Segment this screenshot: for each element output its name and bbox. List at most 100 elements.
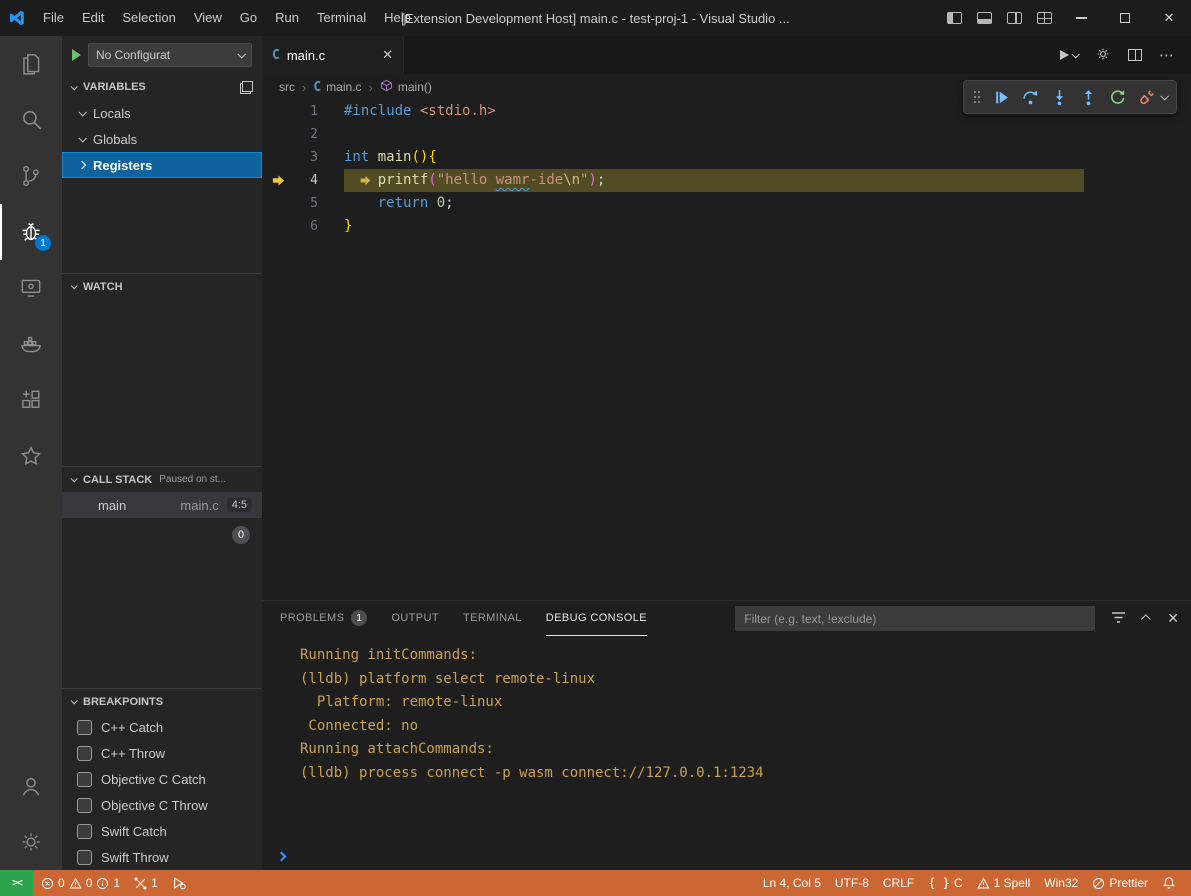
menu-edit[interactable]: Edit bbox=[73, 0, 113, 36]
breakpoint-row[interactable]: C++ Catch bbox=[62, 714, 262, 740]
settings-gear-icon[interactable] bbox=[0, 814, 62, 870]
breakpoint-row[interactable]: Objective C Throw bbox=[62, 792, 262, 818]
breakpoint-checkbox[interactable] bbox=[77, 720, 92, 735]
collapse-all-icon[interactable] bbox=[240, 81, 253, 94]
line-number[interactable]: 6 bbox=[262, 215, 344, 238]
target-config-gear-icon[interactable] bbox=[1095, 46, 1111, 65]
line-number[interactable]: 4 bbox=[262, 169, 344, 192]
step-into-icon[interactable] bbox=[1051, 89, 1068, 106]
build-target[interactable]: Win32 bbox=[1037, 870, 1085, 896]
extensions-icon[interactable] bbox=[0, 372, 62, 428]
breakpoint-checkbox[interactable] bbox=[77, 772, 92, 787]
menu-go[interactable]: Go bbox=[231, 0, 266, 36]
more-actions-icon[interactable]: ⋯ bbox=[1159, 46, 1175, 64]
menu-selection[interactable]: Selection bbox=[113, 0, 184, 36]
breakpoint-row[interactable]: Swift Throw bbox=[62, 844, 262, 870]
problems-status[interactable]: 0 0 1 bbox=[34, 870, 127, 896]
run-or-debug-button[interactable] bbox=[1060, 50, 1078, 60]
launch-config-dropdown[interactable]: No Configurat bbox=[88, 43, 252, 67]
breakpoints-section-header[interactable]: BREAKPOINTS bbox=[62, 688, 262, 714]
breakpoint-row[interactable]: Objective C Catch bbox=[62, 766, 262, 792]
code-line-2[interactable]: 2 bbox=[262, 123, 1191, 146]
remote-explorer-icon[interactable] bbox=[0, 260, 62, 316]
code-line-5[interactable]: 5 return 0; bbox=[262, 192, 1191, 215]
code-line-4[interactable]: 4 printf("hello wamr-ide\n"); bbox=[262, 169, 1191, 192]
breakpoint-checkbox[interactable] bbox=[77, 798, 92, 813]
breadcrumb-item[interactable]: main() bbox=[380, 79, 432, 95]
variables-row-registers[interactable]: Registers bbox=[62, 152, 262, 178]
code-line-6[interactable]: 6} bbox=[262, 215, 1191, 238]
start-debug-icon[interactable] bbox=[72, 49, 81, 61]
menu-view[interactable]: View bbox=[185, 0, 231, 36]
tab-main-c[interactable]: C main.c ✕ bbox=[262, 36, 404, 74]
accounts-icon[interactable] bbox=[0, 758, 62, 814]
watch-section-header[interactable]: WATCH bbox=[62, 273, 262, 299]
breakpoint-checkbox[interactable] bbox=[77, 850, 92, 865]
spell-checker-status[interactable]: 1 Spell bbox=[970, 870, 1038, 896]
breakpoint-checkbox[interactable] bbox=[77, 824, 92, 839]
toolbar-gripper-icon[interactable] bbox=[973, 89, 981, 105]
maximize-panel-icon[interactable] bbox=[1141, 614, 1151, 624]
maximize-button[interactable] bbox=[1103, 0, 1147, 36]
menu-file[interactable]: File bbox=[34, 0, 73, 36]
step-over-icon[interactable] bbox=[1022, 89, 1039, 106]
breakpoint-row[interactable]: Swift Catch bbox=[62, 818, 262, 844]
language-mode[interactable]: { } C bbox=[921, 870, 969, 896]
split-editor-icon[interactable] bbox=[1128, 49, 1142, 61]
disconnect-icon[interactable] bbox=[1138, 89, 1155, 106]
variables-row-locals[interactable]: Locals bbox=[62, 100, 262, 126]
formatter-status[interactable]: Prettier bbox=[1085, 870, 1155, 896]
console-filter-input[interactable] bbox=[735, 606, 1095, 631]
panel-tab-terminal[interactable]: TERMINAL bbox=[463, 601, 522, 636]
debug-session-chevron-icon[interactable] bbox=[1160, 92, 1168, 100]
encoding-indicator[interactable]: UTF-8 bbox=[828, 870, 876, 896]
customize-layout-icon[interactable] bbox=[1029, 0, 1059, 36]
eol-indicator[interactable]: CRLF bbox=[876, 870, 921, 896]
close-button[interactable]: ✕ bbox=[1147, 0, 1191, 36]
editor-actions: ⋯ bbox=[1060, 36, 1191, 74]
run-and-debug-icon[interactable]: 1 bbox=[0, 204, 62, 260]
marketplace-star-icon[interactable] bbox=[0, 428, 62, 484]
stack-frame-row[interactable]: main main.c 4:5 bbox=[62, 492, 262, 518]
variables-row-globals[interactable]: Globals bbox=[62, 126, 262, 152]
debug-console-output: Running initCommands:(lldb) platform sel… bbox=[262, 636, 1191, 842]
panel-tab-debug-console[interactable]: DEBUG CONSOLE bbox=[546, 601, 647, 636]
variables-section-header[interactable]: VARIABLES bbox=[62, 74, 262, 100]
remote-indicator[interactable]: >< bbox=[0, 870, 34, 896]
debug-status[interactable] bbox=[165, 870, 193, 896]
minimize-button[interactable] bbox=[1059, 0, 1103, 36]
continue-icon[interactable] bbox=[993, 89, 1010, 106]
search-icon[interactable] bbox=[0, 92, 62, 148]
notifications-bell[interactable] bbox=[1155, 870, 1183, 896]
toggle-sidebar-icon[interactable] bbox=[939, 0, 969, 36]
debug-console-input[interactable] bbox=[295, 848, 1191, 864]
source-control-icon[interactable] bbox=[0, 148, 62, 204]
line-number[interactable]: 5 bbox=[262, 192, 344, 215]
breakpoint-checkbox[interactable] bbox=[77, 746, 92, 761]
menu-run[interactable]: Run bbox=[266, 0, 308, 36]
code-line-3[interactable]: 3int main(){ bbox=[262, 146, 1191, 169]
filter-icon[interactable] bbox=[1111, 611, 1126, 627]
remote-icon: >< bbox=[12, 878, 22, 889]
docker-icon[interactable] bbox=[0, 316, 62, 372]
cursor-position[interactable]: Ln 4, Col 5 bbox=[756, 870, 828, 896]
toggle-secondary-sidebar-icon[interactable] bbox=[999, 0, 1029, 36]
breadcrumb-item[interactable]: Cmain.c bbox=[313, 80, 361, 95]
breadcrumb-item[interactable]: src bbox=[279, 80, 295, 94]
step-out-icon[interactable] bbox=[1080, 89, 1097, 106]
close-panel-icon[interactable]: ✕ bbox=[1167, 610, 1179, 627]
restart-icon[interactable] bbox=[1109, 89, 1126, 106]
close-tab-icon[interactable]: ✕ bbox=[382, 47, 393, 63]
panel-tab-badge: 1 bbox=[351, 610, 367, 626]
panel-tab-problems[interactable]: PROBLEMS1 bbox=[280, 601, 367, 636]
line-number[interactable]: 1 bbox=[262, 100, 344, 123]
explorer-icon[interactable] bbox=[0, 36, 62, 92]
line-number[interactable]: 3 bbox=[262, 146, 344, 169]
call-stack-section-header[interactable]: CALL STACK Paused on st... bbox=[62, 466, 262, 492]
toggle-panel-icon[interactable] bbox=[969, 0, 999, 36]
line-number[interactable]: 2 bbox=[262, 123, 344, 146]
breakpoint-row[interactable]: C++ Throw bbox=[62, 740, 262, 766]
tasks-status[interactable]: 1 bbox=[127, 870, 165, 896]
menu-terminal[interactable]: Terminal bbox=[308, 0, 375, 36]
panel-tab-output[interactable]: OUTPUT bbox=[391, 601, 439, 636]
